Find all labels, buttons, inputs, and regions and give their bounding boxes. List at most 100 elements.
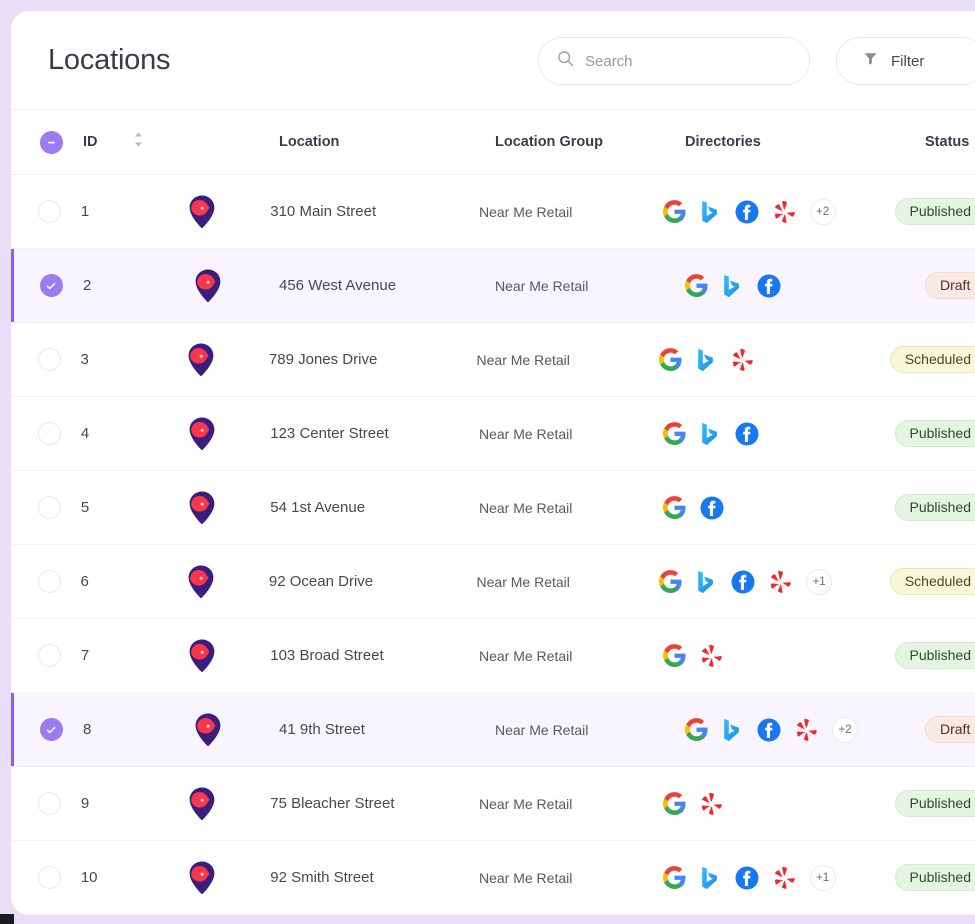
row-status-cell: Published bbox=[894, 642, 975, 669]
row-checkbox[interactable] bbox=[38, 570, 62, 593]
facebook-icon bbox=[700, 496, 724, 519]
row-status-cell: Published bbox=[894, 420, 975, 447]
column-header-status[interactable]: Status bbox=[925, 134, 975, 150]
map-pin-icon bbox=[187, 786, 270, 822]
row-location-group: Near Me Retail bbox=[495, 721, 589, 738]
table-row[interactable]: 2 456 West Avenue Near Me Retail Draft bbox=[11, 249, 975, 323]
directory-yelp[interactable] bbox=[773, 200, 796, 224]
table-row[interactable]: 7 103 Broad Street Near Me Retail Published bbox=[11, 619, 975, 693]
row-location-group: Near Me Retail bbox=[478, 795, 573, 812]
table-row[interactable]: 10 92 Smith Street Near Me Retail +1 Publish… bbox=[11, 841, 975, 915]
directory-bing[interactable] bbox=[700, 422, 721, 446]
row-location-group: Near Me Retail bbox=[495, 277, 589, 294]
row-checkbox[interactable] bbox=[39, 718, 63, 741]
row-select-cell bbox=[11, 348, 81, 371]
directory-bing[interactable] bbox=[700, 200, 721, 224]
directory-facebook[interactable] bbox=[757, 274, 781, 298]
row-checkbox[interactable] bbox=[38, 348, 62, 371]
directory-facebook[interactable] bbox=[757, 718, 781, 742]
search-field[interactable] bbox=[538, 37, 810, 85]
directory-google[interactable] bbox=[662, 496, 686, 519]
filter-button[interactable]: Filter bbox=[836, 37, 975, 85]
status-badge: Published bbox=[894, 864, 975, 891]
directory-google[interactable] bbox=[659, 348, 682, 371]
sort-chevrons-icon bbox=[133, 131, 144, 153]
check-glyph bbox=[46, 726, 56, 733]
row-checkbox[interactable] bbox=[38, 644, 62, 667]
directories-overflow-badge[interactable]: +1 bbox=[809, 864, 836, 891]
directory-yelp[interactable] bbox=[700, 644, 723, 668]
directory-bing[interactable] bbox=[722, 274, 743, 298]
row-location-group: Near Me Retail bbox=[476, 351, 570, 368]
row-location-group: Near Me Retail bbox=[478, 203, 573, 220]
directory-facebook[interactable] bbox=[700, 496, 724, 520]
directories-overflow-badge[interactable]: +1 bbox=[806, 568, 833, 595]
google-icon bbox=[662, 792, 686, 815]
column-header-directories[interactable]: Directories bbox=[685, 134, 925, 150]
table-row[interactable]: 9 75 Bleacher Street Near Me Retail Publish… bbox=[11, 767, 975, 841]
bing-icon bbox=[698, 348, 714, 371]
table-row[interactable]: 8 41 9th Street Near Me Retail +2 Draft bbox=[11, 693, 975, 767]
directory-bing[interactable] bbox=[722, 718, 743, 742]
directory-facebook[interactable] bbox=[731, 570, 755, 594]
row-location: 456 West Avenue bbox=[279, 277, 397, 294]
directory-facebook[interactable] bbox=[735, 200, 759, 224]
row-id: 4 bbox=[80, 425, 90, 442]
check-glyph bbox=[46, 282, 56, 289]
map-pin-glyph bbox=[189, 787, 215, 820]
row-checkbox[interactable] bbox=[38, 200, 62, 223]
search-input[interactable] bbox=[585, 52, 791, 70]
row-select-cell bbox=[11, 792, 81, 815]
row-location: 41 9th Street bbox=[279, 721, 365, 738]
row-checkbox[interactable] bbox=[38, 866, 62, 889]
column-header-location-group[interactable]: Location Group bbox=[495, 134, 685, 150]
bing-icon bbox=[701, 200, 717, 223]
column-header-id[interactable]: ID bbox=[83, 134, 133, 150]
row-checkbox[interactable] bbox=[38, 496, 62, 519]
locations-card: Locations Search Filter ID Location Loca… bbox=[11, 11, 975, 915]
row-checkbox[interactable] bbox=[39, 274, 63, 297]
row-directories bbox=[662, 422, 895, 446]
header-select-cell bbox=[11, 130, 83, 154]
directory-google[interactable] bbox=[685, 718, 708, 741]
row-select-cell bbox=[11, 496, 81, 519]
row-location: 123 Center Street bbox=[270, 425, 389, 442]
column-header-location[interactable]: Location bbox=[279, 134, 495, 150]
sort-toggle[interactable] bbox=[133, 131, 193, 153]
directory-yelp[interactable] bbox=[731, 348, 754, 372]
directory-yelp[interactable] bbox=[795, 718, 818, 742]
directory-google[interactable] bbox=[659, 570, 682, 593]
row-checkbox[interactable] bbox=[38, 792, 62, 815]
directory-bing[interactable] bbox=[696, 348, 717, 372]
directory-facebook[interactable] bbox=[735, 422, 759, 446]
directory-google[interactable] bbox=[662, 644, 686, 667]
map-pin-glyph bbox=[189, 417, 215, 450]
row-directories bbox=[662, 496, 895, 520]
row-checkbox[interactable] bbox=[38, 422, 62, 445]
table-row[interactable]: 5 54 1st Avenue Near Me Retail Published bbox=[11, 471, 975, 545]
select-all-checkbox[interactable] bbox=[39, 130, 63, 154]
directory-bing[interactable] bbox=[696, 570, 717, 594]
directory-google[interactable] bbox=[685, 274, 708, 297]
directory-google[interactable] bbox=[662, 422, 686, 445]
directory-bing[interactable] bbox=[700, 866, 721, 890]
directory-google[interactable] bbox=[662, 792, 686, 815]
directory-google[interactable] bbox=[662, 866, 686, 889]
directory-facebook[interactable] bbox=[735, 866, 759, 890]
google-icon bbox=[662, 422, 686, 445]
table-row[interactable]: 1 310 Main Street Near Me Retail +2 Publishe… bbox=[11, 175, 975, 249]
directory-google[interactable] bbox=[662, 200, 686, 223]
status-badge: Published bbox=[894, 420, 975, 447]
map-pin-icon bbox=[186, 564, 269, 600]
map-pin-glyph bbox=[189, 491, 215, 524]
row-location: 92 Smith Street bbox=[270, 869, 374, 886]
directories-overflow-badge[interactable]: +2 bbox=[809, 198, 836, 225]
directory-yelp[interactable] bbox=[769, 570, 792, 594]
table-row[interactable]: 4 123 Center Street Near Me Retail Publishe… bbox=[11, 397, 975, 471]
directory-yelp[interactable] bbox=[700, 792, 723, 816]
table-row[interactable]: 3 789 Jones Drive Near Me Retail Scheduled bbox=[11, 323, 975, 397]
directory-yelp[interactable] bbox=[773, 866, 796, 890]
table-row[interactable]: 6 92 Ocean Drive Near Me Retail +1 Scheduled bbox=[11, 545, 975, 619]
map-pin-glyph bbox=[189, 639, 215, 672]
directories-overflow-badge[interactable]: +2 bbox=[832, 716, 858, 743]
